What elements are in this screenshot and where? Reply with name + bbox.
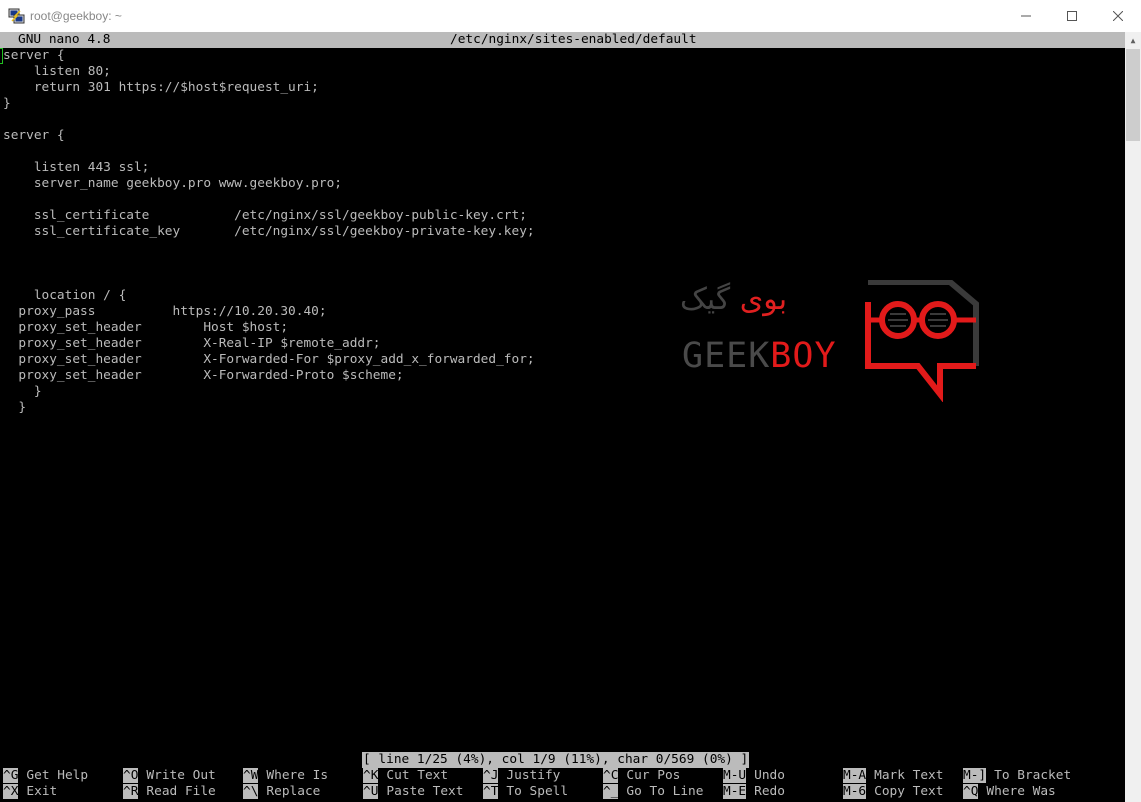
shortcut-item[interactable]: M-E Redo [723, 784, 785, 800]
shortcut-key: ^J [483, 768, 499, 783]
nano-version: GNU nano 4.8 [18, 32, 111, 47]
minimize-icon [1021, 15, 1031, 17]
shortcut-label: Mark Text [874, 768, 944, 783]
shortcut-label: Read File [146, 784, 216, 799]
close-button[interactable] [1095, 0, 1141, 32]
shortcut-label: Where Is [266, 768, 329, 783]
shortcut-key: M-U [723, 768, 747, 783]
logo-word-geek: GEEK [682, 336, 771, 376]
shortcut-key: M-E [723, 784, 747, 799]
shortcut-key: ^_ [603, 784, 619, 799]
shortcut-item[interactable]: M-6 Copy Text [843, 784, 943, 800]
logo-word-boy: BOY [770, 336, 837, 376]
shortcut-item[interactable]: ^J Justify [483, 768, 560, 784]
shortcut-key: M-6 [843, 784, 867, 799]
shortcut-item[interactable]: ^O Write Out [123, 768, 216, 784]
editor-line[interactable]: proxy_set_header X-Forwarded-For $proxy_… [3, 352, 534, 368]
shortcut-item[interactable]: ^R Read File [123, 784, 216, 800]
shortcut-label: Get Help [26, 768, 89, 783]
shortcut-key: ^W [243, 768, 259, 783]
shortcut-item[interactable]: ^\ Replace [243, 784, 320, 800]
window-title: root@geekboy: ~ [30, 9, 122, 23]
logo-persian-gray: گیک [680, 282, 731, 317]
editor-line[interactable]: } [3, 384, 42, 400]
shortcut-label: Replace [266, 784, 321, 799]
shortcut-key: M-A [843, 768, 867, 783]
shortcut-label: Exit [26, 784, 58, 799]
logo-persian-text: بوی گیک [680, 285, 788, 315]
scroll-thumb[interactable] [1126, 49, 1140, 141]
maximize-button[interactable] [1049, 0, 1095, 32]
shortcut-key: ^O [123, 768, 139, 783]
shortcut-label: Write Out [146, 768, 216, 783]
editor-line[interactable]: return 301 https://$host$request_uri; [3, 80, 319, 96]
shortcut-key: ^\ [243, 784, 259, 799]
editor-line[interactable]: proxy_set_header X-Real-IP $remote_addr; [3, 336, 380, 352]
editor-line[interactable]: proxy_pass https://10.20.30.40; [3, 304, 326, 320]
close-icon [1113, 11, 1123, 21]
shortcut-item[interactable]: ^W Where Is [243, 768, 328, 784]
shortcut-label: Cut Text [386, 768, 449, 783]
editor-line[interactable]: listen 80; [3, 64, 111, 80]
editor-line[interactable]: } [3, 96, 11, 112]
shortcut-item[interactable]: M-A Mark Text [843, 768, 943, 784]
shortcut-item[interactable]: ^C Cur Pos [603, 768, 680, 784]
terminal-screen[interactable]: GNU nano 4.8 /etc/nginx/sites-enabled/de… [0, 32, 1125, 802]
logo-persian-red: بوی [739, 282, 788, 317]
shortcut-item[interactable]: ^Q Where Was [963, 784, 1056, 800]
shortcut-label: Justify [506, 768, 561, 783]
shortcut-item[interactable]: M-U Undo [723, 768, 785, 784]
shortcut-item[interactable]: ^T To Spell [483, 784, 568, 800]
shortcut-label: To Bracket [994, 768, 1072, 783]
logo-wordmark: GEEKBOY [682, 336, 837, 376]
editor-line[interactable]: proxy_set_header X-Forwarded-Proto $sche… [3, 368, 403, 384]
maximize-icon [1067, 11, 1077, 21]
nano-header-bar: GNU nano 4.8 /etc/nginx/sites-enabled/de… [0, 32, 1125, 48]
shortcut-item[interactable]: ^K Cut Text [363, 768, 448, 784]
shortcut-key: ^G [3, 768, 19, 783]
geekboy-logo: بوی گیک GEEKBOY [680, 280, 980, 402]
editor-line[interactable]: server { [3, 128, 65, 144]
shortcut-key: ^U [363, 784, 379, 799]
minimize-button[interactable] [1003, 0, 1049, 32]
nano-status-line: [ line 1/25 (4%), col 1/9 (11%), char 0/… [362, 752, 750, 768]
speech-bubble-glasses-icon [865, 280, 979, 402]
editor-line[interactable]: server_name geekboy.pro www.geekboy.pro; [3, 176, 342, 192]
putty-icon[interactable] [8, 7, 26, 25]
editor-line[interactable]: location / { [3, 288, 126, 304]
shortcut-label: Undo [754, 768, 785, 783]
shortcut-key: M-] [963, 768, 987, 783]
shortcut-item[interactable]: ^G Get Help [3, 768, 88, 784]
shortcut-item[interactable]: M-] To Bracket [963, 768, 1071, 784]
editor-line[interactable]: listen 443 ssl; [3, 160, 150, 176]
shortcut-key: ^K [363, 768, 379, 783]
shortcut-label: To Spell [506, 784, 569, 799]
shortcut-label: Where Was [986, 784, 1056, 799]
vertical-scrollbar[interactable]: ▲ [1125, 32, 1141, 802]
shortcut-key: ^C [603, 768, 619, 783]
shortcut-label: Go To Line [626, 784, 704, 799]
shortcut-item[interactable]: ^U Paste Text [363, 784, 463, 800]
shortcut-label: Copy Text [874, 784, 944, 799]
editor-line[interactable]: proxy_set_header Host $host; [3, 320, 288, 336]
shortcut-key: ^X [3, 784, 19, 799]
editor-line[interactable]: ssl_certificate /etc/nginx/ssl/geekboy-p… [3, 208, 527, 224]
shortcut-label: Paste Text [386, 784, 464, 799]
nano-filename: /etc/nginx/sites-enabled/default [450, 32, 697, 47]
editor-line[interactable]: } [3, 400, 26, 416]
window-titlebar: root@geekboy: ~ [0, 0, 1141, 32]
editor-line[interactable]: ssl_certificate_key /etc/nginx/ssl/geekb… [3, 224, 535, 240]
shortcut-label: Redo [754, 784, 785, 799]
text-cursor [0, 48, 3, 64]
shortcut-label: Cur Pos [626, 768, 681, 783]
shortcut-item[interactable]: ^_ Go To Line [603, 784, 703, 800]
shortcut-item[interactable]: ^X Exit [3, 784, 57, 800]
shortcut-key: ^Q [963, 784, 979, 799]
editor-line[interactable]: server { [0, 48, 65, 64]
scroll-up-arrow-icon[interactable]: ▲ [1125, 32, 1141, 49]
shortcut-key: ^T [483, 784, 499, 799]
shortcut-key: ^R [123, 784, 139, 799]
